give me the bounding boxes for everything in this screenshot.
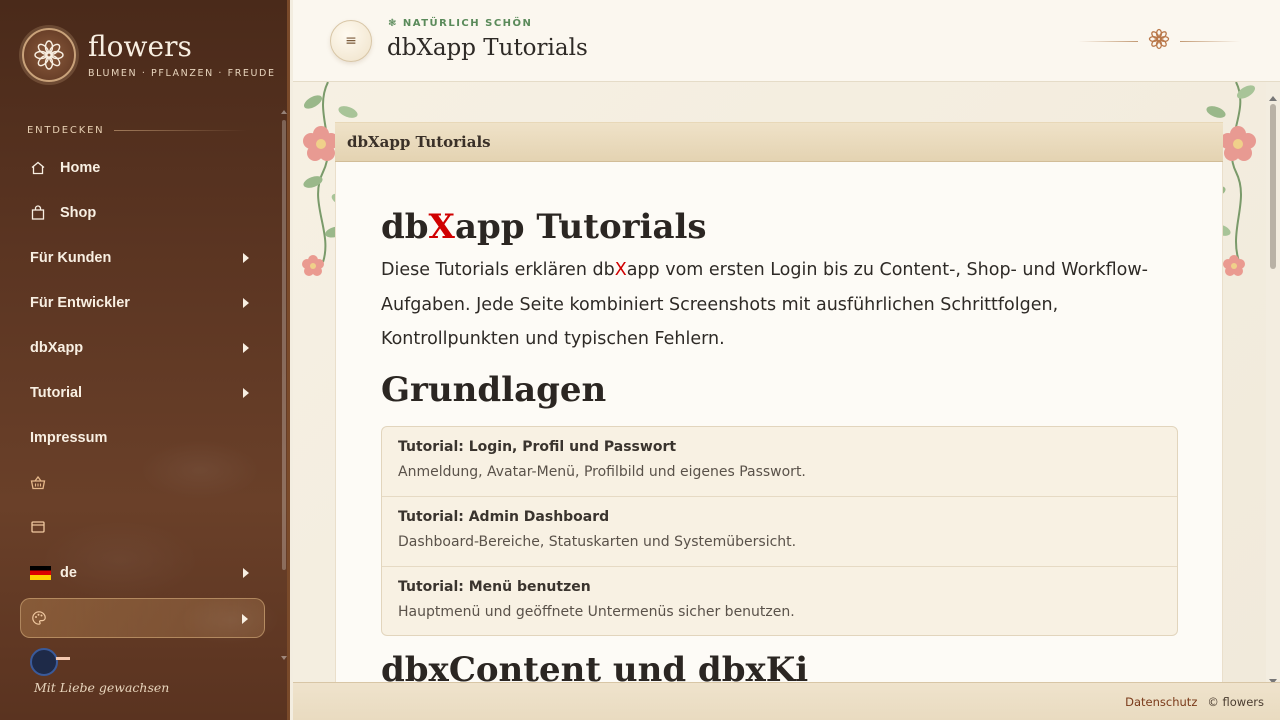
sidebar-item-window[interactable]	[20, 508, 265, 546]
sidebar-item-impressum[interactable]: Impressum	[20, 419, 265, 457]
home-icon	[30, 160, 50, 176]
heading-part: app Tutorials	[454, 207, 707, 247]
sidebar: flowers BLUMEN · PFLANZEN · FREUDE ENTDE…	[0, 0, 290, 720]
section-label-entdecken: ENTDECKEN	[27, 125, 247, 136]
sidebar-item-fuer-kunden[interactable]: Für Kunden	[20, 239, 265, 277]
tutorial-title: Tutorial: Menü benutzen	[398, 578, 591, 595]
section-heading-next: dbxContent und dbxKi	[381, 649, 809, 683]
brand[interactable]: flowers BLUMEN · PFLANZEN · FREUDE	[22, 28, 276, 82]
tutorial-title: Tutorial: Login, Profil und Passwort	[398, 438, 677, 455]
page-title: dbXapp Tutorials	[387, 35, 588, 61]
tutorial-description: Hauptmenü und geöffnete Untermenüs siche…	[398, 603, 795, 620]
ornament-line	[1180, 40, 1240, 42]
intro-text: Diese Tutorials erklären db	[381, 260, 615, 280]
hamburger-icon: ≡	[345, 33, 357, 49]
tutorial-list: Tutorial: Login, Profil und Passwort Anm…	[381, 425, 1178, 636]
avatar-badge	[56, 657, 70, 660]
panel-heading: dbXapp Tutorials	[335, 122, 1223, 162]
caret-right-icon	[243, 388, 249, 398]
section-label-text: ENTDECKEN	[27, 125, 105, 136]
window-icon	[30, 519, 50, 535]
content-card: dbXapp Tutorials Diese Tutorials erkläre…	[335, 162, 1223, 682]
list-item[interactable]: Tutorial: Login, Profil und Passwort Anm…	[382, 427, 1177, 497]
list-item[interactable]: Tutorial: Menü benutzen Hauptmenü und ge…	[382, 567, 1177, 635]
heading-accent: X	[428, 207, 455, 247]
language-label: de	[60, 565, 77, 581]
tutorial-title: Tutorial: Admin Dashboard	[398, 508, 610, 525]
sidebar-item-label: Home	[60, 160, 101, 176]
flower-logo-icon	[22, 28, 76, 82]
list-item[interactable]: Tutorial: Admin Dashboard Dashboard-Bere…	[382, 497, 1177, 567]
intro-accent: X	[614, 260, 627, 280]
scroll-up-arrow-icon[interactable]	[1269, 96, 1277, 101]
scrollbar-thumb[interactable]	[282, 120, 286, 570]
basket-icon	[30, 475, 50, 491]
sidebar-item-fuer-entwickler[interactable]: Für Entwickler	[20, 284, 265, 322]
sidebar-footer-text: Mit Liebe gewachsen	[34, 680, 170, 695]
main-content: dbXapp Tutorials dbXapp Tutorials Diese …	[293, 82, 1266, 682]
sidebar-item-label: Für Entwickler	[30, 295, 130, 311]
header-kicker: ❃ NATÜRLICH SCHÖN	[388, 18, 533, 29]
sidebar-item-label: Tutorial	[30, 385, 83, 401]
caret-right-icon	[243, 253, 249, 263]
copyright-text: © flowers	[1207, 694, 1264, 709]
section-heading-grundlagen: Grundlagen	[381, 369, 607, 410]
scrollbar-thumb[interactable]	[1270, 104, 1276, 269]
sidebar-item-dbxapp[interactable]: dbXapp	[20, 329, 265, 367]
sidebar-item-shop[interactable]: Shop	[20, 194, 265, 232]
sidebar-item-basket[interactable]	[20, 464, 265, 502]
sidebar-item-language[interactable]: de	[20, 554, 265, 592]
sidebar-scrollbar[interactable]	[281, 110, 287, 660]
sidebar-item-label: Impressum	[30, 430, 108, 446]
germany-flag-icon	[30, 566, 51, 580]
flower-ornament-icon	[1148, 28, 1170, 54]
caret-right-icon	[243, 343, 249, 353]
intro-paragraph: Diese Tutorials erklären dbXapp vom erst…	[381, 253, 1178, 357]
sidebar-item-home[interactable]: Home	[20, 149, 265, 187]
top-header: ≡ ❃ NATÜRLICH SCHÖN dbXapp Tutorials	[293, 0, 1280, 82]
brand-tagline: BLUMEN · PFLANZEN · FREUDE	[88, 67, 276, 79]
header-ornament	[1078, 28, 1240, 54]
sidebar-item-label: Für Kunden	[30, 250, 112, 266]
palette-icon	[31, 610, 51, 626]
sidebar-item-tutorial[interactable]: Tutorial	[20, 374, 265, 412]
divider	[114, 130, 247, 131]
scroll-up-arrow-icon[interactable]	[281, 110, 287, 114]
sidebar-item-label: dbXapp	[30, 340, 84, 356]
page-footer: Datenschutz © flowers	[293, 682, 1280, 720]
sidebar-item-label: Shop	[60, 205, 97, 221]
avatar[interactable]	[30, 648, 58, 676]
caret-right-icon	[243, 298, 249, 308]
main-scrollbar[interactable]	[1268, 96, 1278, 684]
menu-toggle-button[interactable]: ≡	[330, 20, 372, 62]
brand-name: flowers	[88, 29, 192, 63]
heading-part: db	[381, 207, 429, 247]
scroll-down-arrow-icon[interactable]	[281, 656, 287, 660]
privacy-link[interactable]: Datenschutz	[1125, 695, 1197, 709]
content-heading: dbXapp Tutorials	[381, 207, 1178, 249]
caret-right-icon	[242, 614, 248, 624]
caret-right-icon	[243, 568, 249, 578]
shopping-bag-icon	[30, 205, 50, 221]
ornament-line	[1078, 40, 1138, 42]
sidebar-item-theme[interactable]	[20, 598, 265, 638]
tutorial-description: Anmeldung, Avatar-Menü, Profilbild und e…	[398, 463, 806, 480]
tutorial-description: Dashboard-Bereiche, Statuskarten und Sys…	[398, 533, 797, 550]
